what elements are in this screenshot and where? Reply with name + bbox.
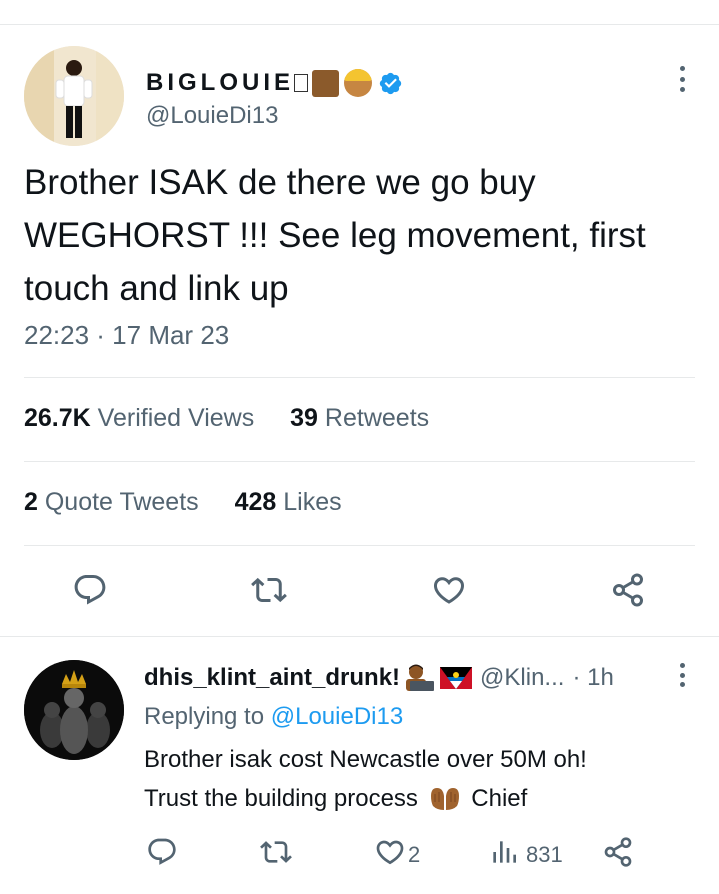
reply-like-count: 2 — [408, 842, 421, 867]
likes-count: 428 — [234, 488, 277, 516]
views-count: 26.7K — [24, 404, 91, 432]
reply-handle[interactable]: @Klin... — [480, 664, 564, 692]
brown-square-emoji-icon — [312, 69, 340, 97]
reply-text-line-1: Brother isak cost Newcastle over 50M oh! — [144, 746, 587, 773]
stats-row-views-retweets: 26.7K Verified Views 39 Retweets — [24, 404, 429, 433]
divider — [24, 545, 695, 546]
retweet-icon[interactable] — [251, 572, 287, 608]
reply-header: dhis_klint_aint_drunk! @Klin... · 1h — [144, 660, 614, 696]
retweet-icon[interactable] — [260, 836, 292, 868]
avatar-photo — [24, 46, 124, 146]
like-icon[interactable] — [431, 572, 467, 608]
like-icon[interactable] — [374, 836, 406, 868]
reply-icon[interactable] — [72, 572, 108, 608]
reply-avatar[interactable] — [24, 660, 124, 760]
more-options-icon[interactable] — [672, 66, 692, 92]
replying-to: Replying to @LouieDi13 — [144, 703, 403, 731]
reply-display-name[interactable]: dhis_klint_aint_drunk! — [144, 664, 400, 692]
divider — [24, 461, 695, 462]
replying-mention[interactable]: @LouieDi13 — [271, 703, 403, 730]
tweet-timestamp[interactable]: 22:23 · 17 Mar 23 — [24, 320, 229, 351]
author-display-name[interactable]: BIGLOUIE — [146, 69, 294, 97]
share-icon[interactable] — [602, 836, 634, 868]
retweets-count: 39 — [290, 404, 318, 432]
share-icon[interactable] — [610, 572, 646, 608]
tweet-text: Brother ISAK de there we go buy WEGHORST… — [24, 163, 646, 308]
chess-king-avatar — [24, 660, 124, 760]
reply-time[interactable]: · 1h — [572, 664, 613, 692]
likes-label[interactable]: Likes — [283, 488, 341, 516]
person-laptop-emoji-icon — [406, 664, 435, 691]
reply-text-line-2b: Chief — [471, 785, 528, 812]
reply-text: Brother isak cost Newcastle over 50M oh!… — [144, 740, 704, 818]
author-handle[interactable]: @LouieDi13 — [146, 102, 278, 130]
quotes-count: 2 — [24, 488, 38, 516]
views-label[interactable]: Verified Views — [98, 404, 255, 432]
author-name-row: BIGLOUIE — [146, 66, 403, 100]
avatar[interactable] — [24, 46, 124, 146]
verified-badge-icon — [379, 72, 402, 94]
retweets-label[interactable]: Retweets — [325, 404, 429, 432]
thread-divider — [0, 636, 719, 637]
reply-view-count: 831 — [526, 842, 563, 867]
reply-more-options-icon[interactable] — [672, 663, 692, 687]
flag-antigua-icon — [440, 667, 473, 689]
stats-row-quotes-likes: 2 Quote Tweets 428 Likes — [24, 488, 342, 517]
replying-prefix: Replying to — [144, 703, 265, 730]
unknown-glyph-icon — [294, 74, 309, 92]
views-icon[interactable] — [488, 836, 520, 868]
quotes-label[interactable]: Quote Tweets — [45, 488, 199, 516]
reply-text-line-2: Trust the building process Chief — [144, 779, 704, 818]
palms-up-emoji-icon — [430, 788, 459, 810]
person-emoji-icon — [344, 69, 373, 97]
reply-text-line-2a: Trust the building process — [144, 785, 418, 812]
reply-icon[interactable] — [146, 836, 178, 868]
top-divider — [0, 24, 719, 25]
divider — [24, 377, 695, 378]
